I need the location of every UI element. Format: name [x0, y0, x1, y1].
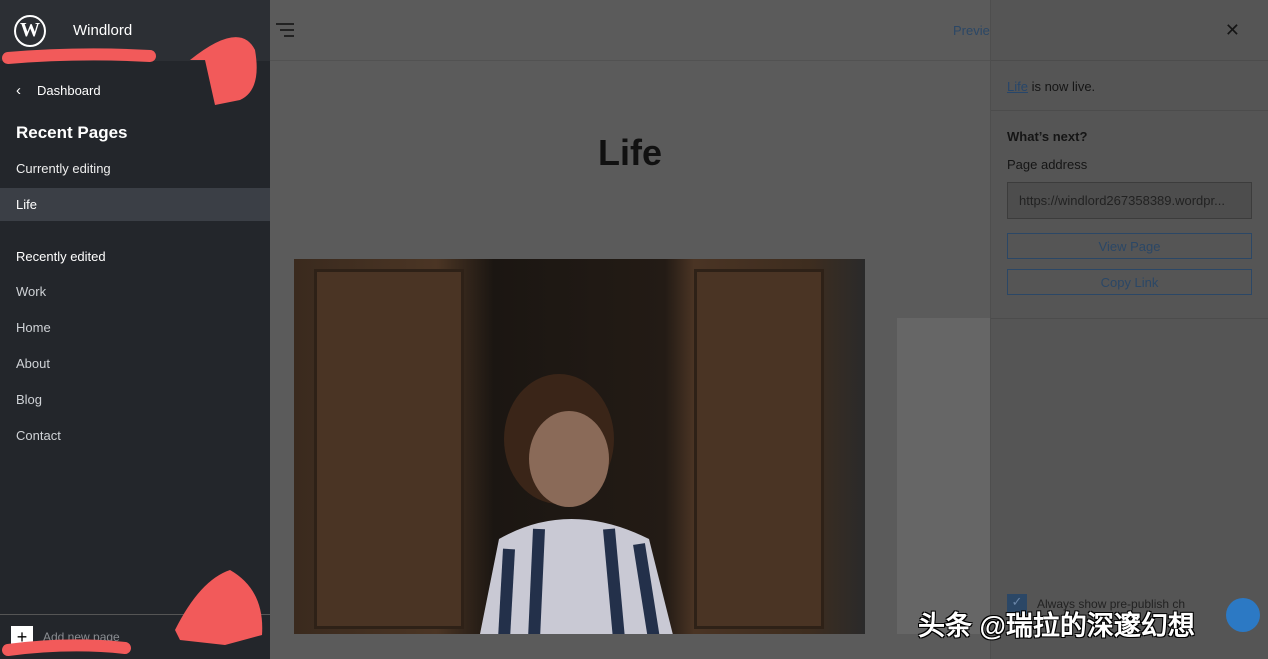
published-notice: Life is now live. — [991, 61, 1268, 111]
list-view-icon[interactable] — [276, 23, 294, 41]
site-sidebar: W Windlord ‹ Dashboard Recent Pages Curr… — [0, 0, 270, 659]
currently-editing-label: Currently editing — [16, 161, 111, 176]
wordpress-logo-icon[interactable]: W — [14, 14, 46, 47]
image-block[interactable] — [294, 259, 865, 634]
editor-toolbar: Previe — [270, 0, 990, 61]
help-button[interactable] — [1226, 598, 1260, 632]
sidebar-item-home[interactable]: Home — [0, 310, 270, 346]
site-name[interactable]: Windlord — [73, 22, 132, 39]
watermark: 头条 @瑞拉的深邃幻想 — [918, 611, 1195, 641]
copy-link-button[interactable]: Copy Link — [1007, 269, 1252, 295]
page-title[interactable]: Life — [270, 132, 990, 174]
whats-next-heading: What’s next? — [1007, 129, 1088, 144]
page-link[interactable]: Life — [1007, 79, 1028, 94]
person-photo — [480, 374, 673, 634]
sidebar-item-life[interactable]: Life — [0, 188, 270, 221]
page-address-input[interactable]: https://windlord267358389.wordpr... — [1007, 182, 1252, 219]
image-block-secondary[interactable] — [897, 318, 990, 634]
add-new-page-label: Add new page — [43, 630, 120, 644]
sidebar-heading: Recent Pages — [16, 123, 128, 142]
live-text: is now live. — [1027, 79, 1096, 94]
chevron-left-icon: ‹ — [16, 81, 21, 99]
close-icon[interactable]: ✕ — [1225, 20, 1240, 41]
sidebar-item-about[interactable]: About — [0, 346, 270, 382]
plus-icon: + — [11, 626, 33, 648]
sidebar-item-blog[interactable]: Blog — [0, 382, 270, 418]
sidebar-item-contact[interactable]: Contact — [0, 418, 270, 454]
sidebar-header: W Windlord — [0, 0, 270, 61]
add-new-page-button[interactable]: + Add new page — [0, 614, 270, 659]
recently-edited-label: Recently edited — [16, 249, 106, 264]
dashboard-label: Dashboard — [37, 82, 101, 98]
back-to-dashboard[interactable]: ‹ Dashboard — [0, 61, 270, 119]
editor-canvas: Previe Life — [270, 0, 990, 659]
preview-button[interactable]: Previe — [953, 23, 990, 38]
page-address-label: Page address — [1007, 157, 1088, 172]
view-page-button[interactable]: View Page — [1007, 233, 1252, 259]
post-publish-panel: ✕ Life is now live. What’s next? Page ad… — [990, 0, 1268, 659]
sidebar-item-work[interactable]: Work — [0, 274, 270, 310]
